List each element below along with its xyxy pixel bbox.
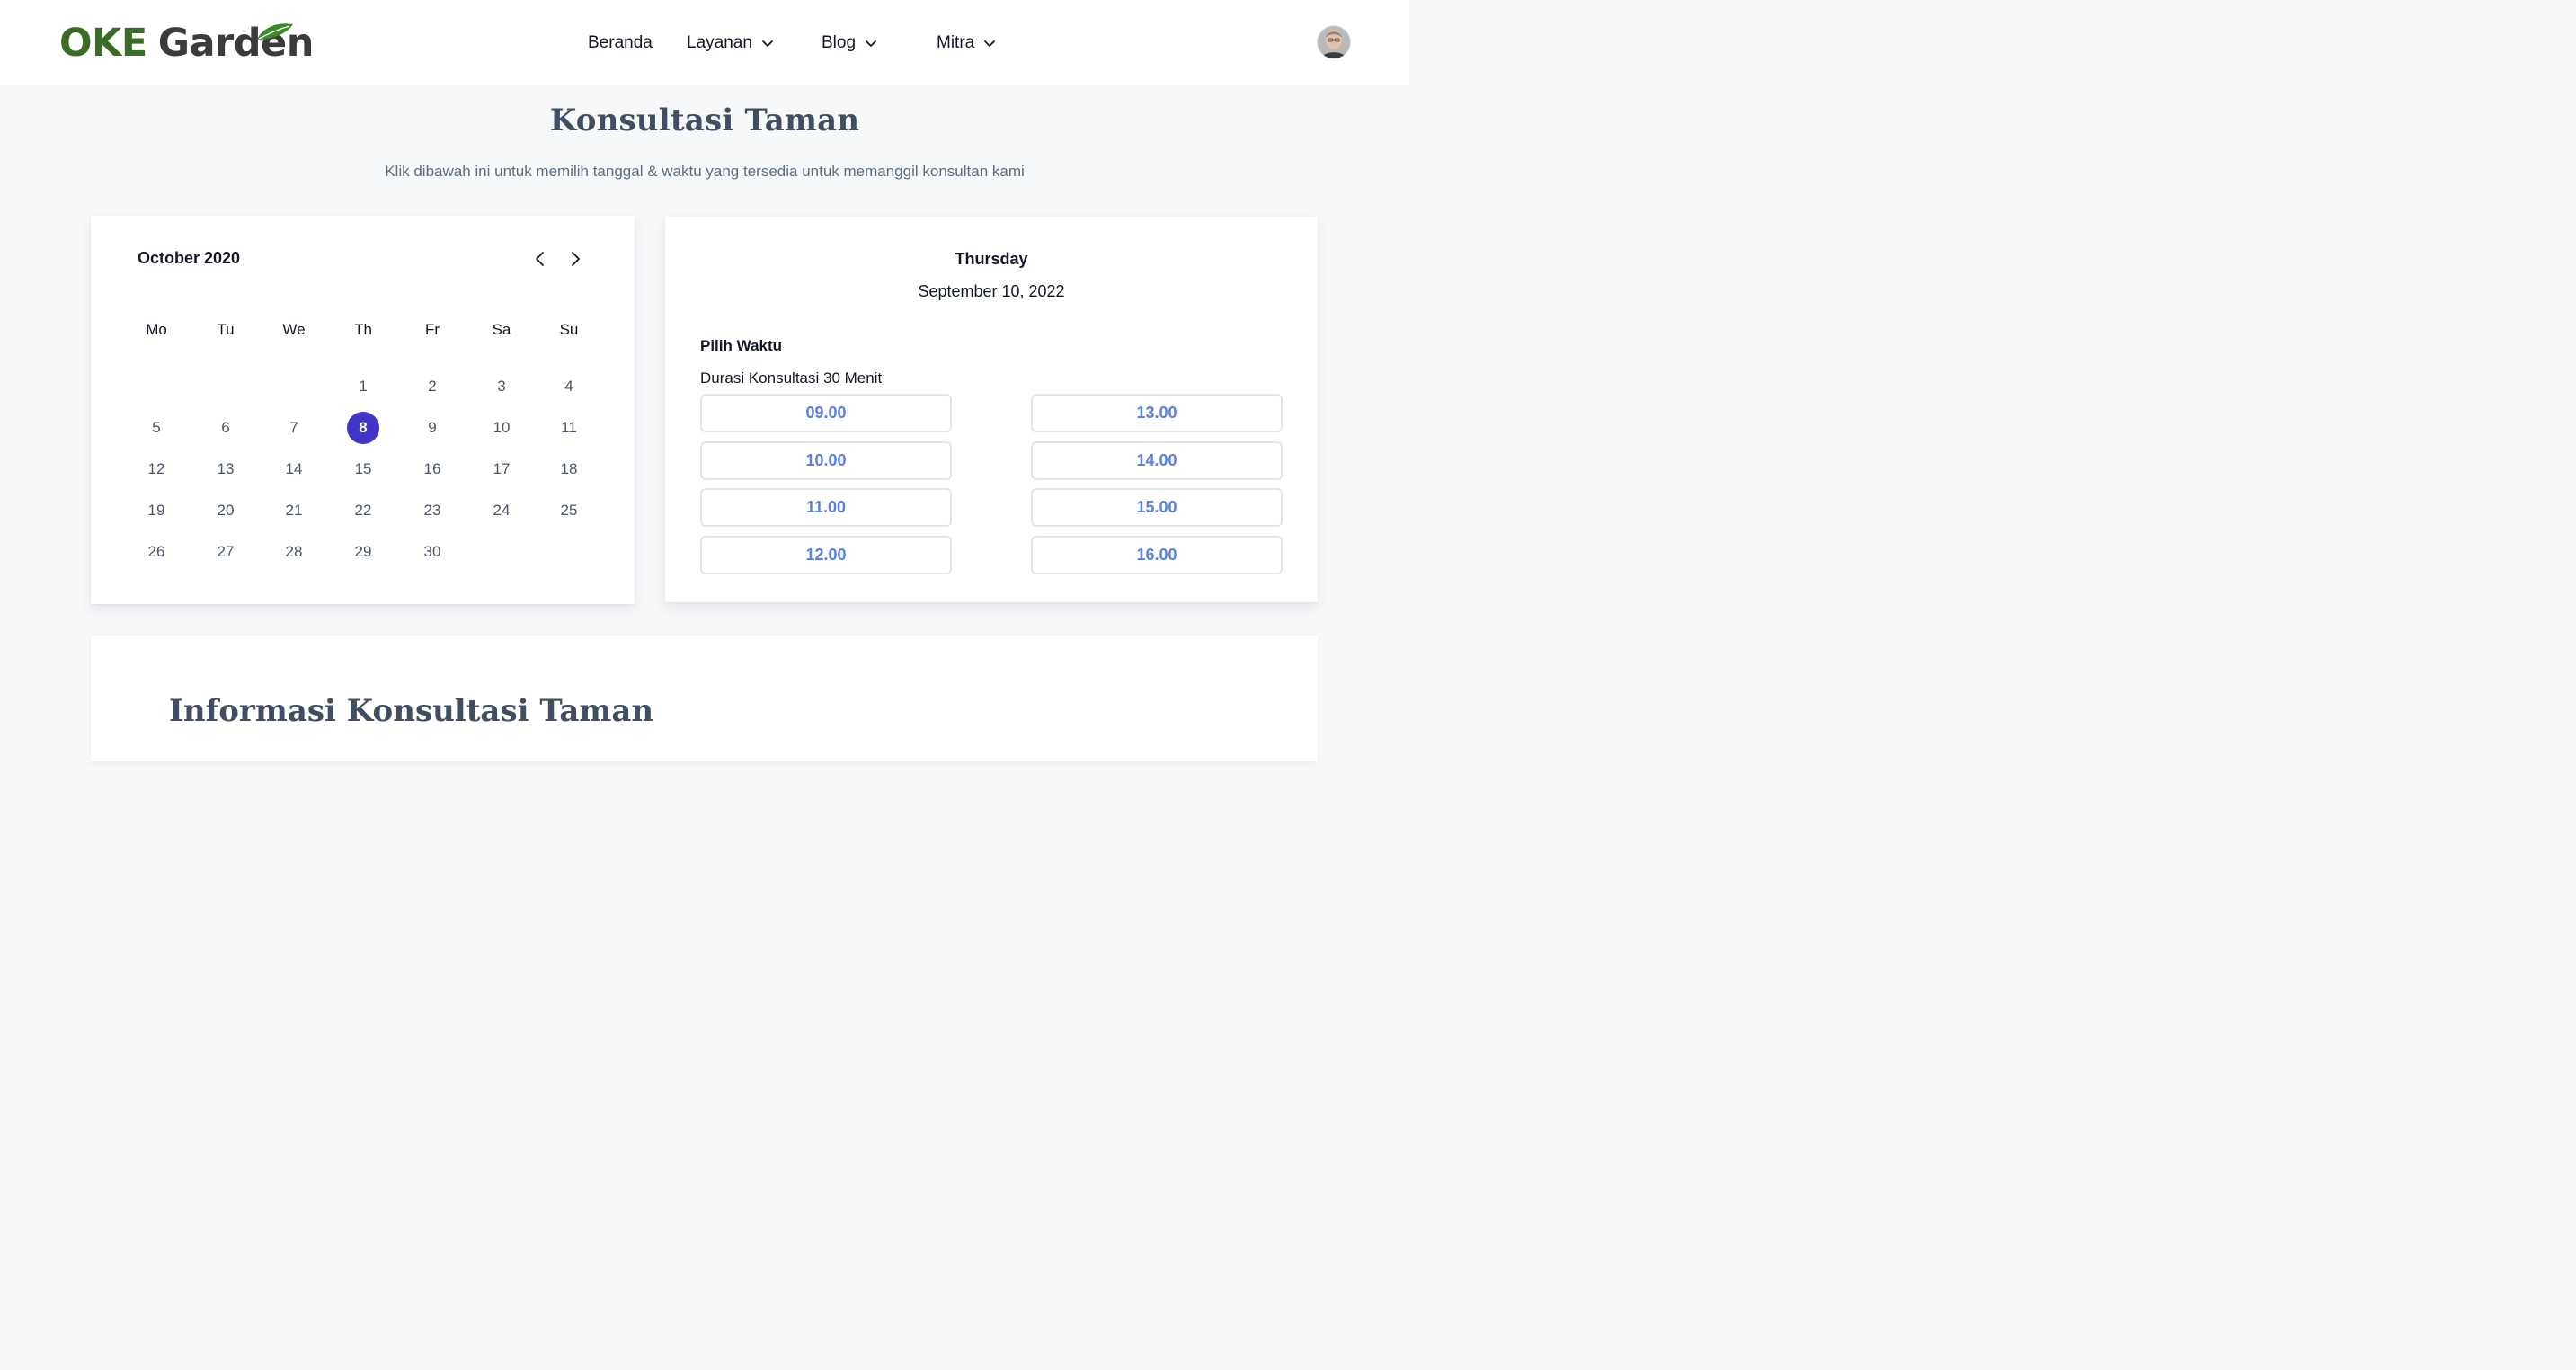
time-slot-button[interactable]: 12.00 — [700, 536, 952, 574]
user-avatar-icon — [1318, 26, 1350, 58]
calendar-month-label: October 2020 — [138, 249, 241, 267]
calendar-day[interactable]: 12 — [140, 453, 173, 485]
nav-blog[interactable]: Blog — [822, 25, 877, 61]
next-month-button[interactable] — [565, 249, 585, 269]
page: OKE Garden Beranda Layanan Blog Mitra Ko… — [0, 0, 1409, 761]
nav-layanan[interactable]: Layanan — [687, 25, 774, 61]
main-nav: Beranda Layanan Blog Mitra — [0, 25, 1409, 61]
selected-date: September 10, 2022 — [918, 282, 1065, 300]
chevron-down-icon — [762, 40, 773, 47]
nav-layanan-label: Layanan — [687, 33, 752, 52]
calendar-day[interactable]: 20 — [209, 494, 242, 527]
calendar-day[interactable]: 13 — [209, 453, 242, 485]
chevron-down-icon — [866, 40, 876, 47]
calendar-day[interactable]: 16 — [416, 453, 449, 485]
calendar-card: October 2020 Mo Tu We Th Fr Sa Su 1 2 3 … — [91, 216, 635, 604]
time-slot-button[interactable]: 14.00 — [1031, 441, 1283, 480]
user-avatar[interactable] — [1318, 26, 1350, 58]
calendar-day[interactable]: 18 — [553, 453, 585, 485]
nav-beranda-label: Beranda — [588, 33, 653, 52]
weekday-header: Sa — [492, 321, 511, 338]
weekday-header: Tu — [217, 321, 235, 338]
pick-time-label: Pilih Waktu — [700, 337, 782, 354]
calendar-day[interactable]: 19 — [140, 494, 173, 527]
time-slot-button[interactable]: 09.00 — [700, 394, 952, 432]
time-slot-button[interactable]: 13.00 — [1031, 394, 1283, 432]
calendar-day[interactable]: 7 — [278, 412, 310, 444]
weekday-header: Mo — [146, 321, 167, 338]
calendar-day[interactable]: 2 — [416, 370, 449, 403]
calendar-day[interactable]: 21 — [278, 494, 310, 527]
calendar-day[interactable]: 17 — [485, 453, 518, 485]
calendar-day[interactable]: 15 — [347, 453, 379, 485]
calendar-day[interactable]: 6 — [209, 412, 242, 444]
weekday-header: Fr — [424, 321, 440, 338]
page-title: Konsultasi Taman — [549, 102, 860, 138]
prev-month-button[interactable] — [530, 249, 550, 269]
info-section-title: Informasi Konsultasi Taman — [169, 693, 654, 729]
info-section: Informasi Konsultasi Taman — [91, 636, 1318, 761]
calendar-day[interactable]: 28 — [278, 536, 310, 568]
calendar-day[interactable]: 30 — [416, 536, 449, 568]
nav-beranda[interactable]: Beranda — [588, 25, 653, 61]
calendar-day[interactable]: 11 — [553, 412, 585, 444]
navbar: OKE Garden Beranda Layanan Blog Mitra — [0, 0, 1409, 85]
time-slot-button[interactable]: 15.00 — [1031, 488, 1283, 527]
nav-blog-label: Blog — [822, 33, 857, 52]
calendar-day[interactable]: 23 — [416, 494, 449, 527]
calendar-day[interactable]: 1 — [347, 370, 379, 403]
calendar-day[interactable]: 26 — [140, 536, 173, 568]
chevron-right-icon — [572, 252, 580, 266]
nav-mitra[interactable]: Mitra — [937, 25, 996, 61]
calendar-day[interactable]: 3 — [485, 370, 518, 403]
page-subtitle: Klik dibawah ini untuk memilih tanggal &… — [385, 163, 1025, 180]
weekday-header: Th — [354, 321, 372, 338]
chevron-down-icon — [984, 40, 996, 47]
calendar-day[interactable]: 10 — [485, 412, 518, 444]
calendar-day[interactable]: 22 — [347, 494, 379, 527]
duration-label: Durasi Konsultasi 30 Menit — [700, 369, 883, 387]
calendar-day[interactable]: 27 — [209, 536, 242, 568]
time-slot-button[interactable]: 10.00 — [700, 441, 952, 480]
selected-weekday: Thursday — [955, 250, 1028, 268]
time-slot-button[interactable]: 11.00 — [700, 488, 952, 527]
chevron-left-icon — [536, 252, 544, 266]
calendar-day[interactable]: 25 — [553, 494, 585, 527]
calendar-day[interactable]: 24 — [485, 494, 518, 527]
calendar-day[interactable]: 9 — [416, 412, 449, 444]
calendar-day[interactable]: 29 — [347, 536, 379, 568]
calendar-day[interactable]: 4 — [553, 370, 585, 403]
weekday-header: We — [282, 321, 306, 338]
calendar-day[interactable]: 5 — [140, 412, 173, 444]
weekday-header: Su — [559, 321, 579, 338]
calendar-day-selected[interactable]: 8 — [347, 412, 379, 444]
time-selection-card: Thursday September 10, 2022 Pilih Waktu … — [665, 217, 1318, 602]
time-slot-button[interactable]: 16.00 — [1031, 536, 1283, 574]
nav-mitra-label: Mitra — [937, 33, 975, 52]
calendar-day[interactable]: 14 — [278, 453, 310, 485]
